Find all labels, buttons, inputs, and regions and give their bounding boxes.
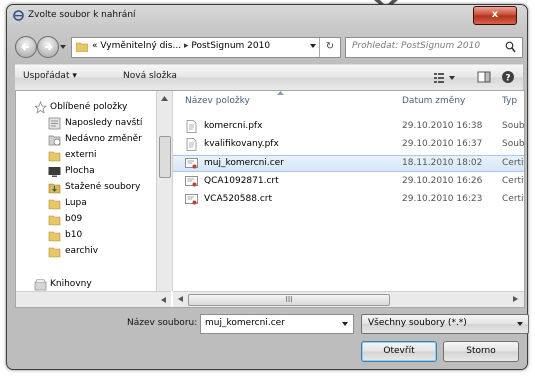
- folder-icon: [48, 151, 61, 162]
- desktop-icon: [48, 167, 61, 177]
- folder-icon: [48, 247, 61, 258]
- file-row-selected[interactable]: muj_komercni.cer 18.11.2010 18:02 Certif…: [173, 155, 524, 172]
- window-title: Zvolte soubor k nahrání: [28, 10, 136, 20]
- navigation-pane[interactable]: Oblíbené položky Naposledy navští Nedávn…: [16, 91, 156, 307]
- browser-area: Oblíbené položky Naposledy navští Nedávn…: [15, 90, 525, 308]
- search-placeholder: Prohledat: PostSignum 2010: [352, 41, 481, 51]
- file-name: komercni.pfx: [204, 121, 263, 131]
- filename-field[interactable]: muj_komercni.cer: [200, 314, 354, 334]
- organize-menu[interactable]: Uspořádat ▾: [23, 71, 77, 81]
- breadcrumb-segment-removable-drive[interactable]: Vyměnitelný dis...: [100, 41, 181, 51]
- forward-button[interactable]: [37, 36, 59, 58]
- file-list-hscrollbar[interactable]: III: [173, 291, 524, 307]
- column-header-date[interactable]: Datum změny: [402, 96, 465, 106]
- file-type-select[interactable]: Všechny soubory (*.*): [361, 314, 529, 334]
- file-row[interactable]: VCA520588.crt 29.10.2010 16:23 Certifiká…: [173, 191, 524, 208]
- search-icon[interactable]: [505, 41, 516, 53]
- file-date: 29.10.2010 16:38: [402, 121, 483, 131]
- certificate-file-icon: [185, 176, 198, 187]
- column-header-type[interactable]: Typ: [502, 96, 517, 106]
- certificate-file-icon: [185, 194, 198, 205]
- back-button[interactable]: [15, 36, 37, 58]
- back-arrow-icon: [21, 43, 29, 51]
- sort-ascending-icon: [277, 91, 284, 95]
- scroll-up-icon[interactable]: [161, 96, 168, 101]
- file-row[interactable]: komercni.pfx 29.10.2010 16:38 Soubor PF: [173, 118, 524, 135]
- file-list-hscrollbar-thumb[interactable]: III: [188, 294, 390, 306]
- filename-history-dropdown-icon[interactable]: [342, 322, 348, 326]
- file-list[interactable]: Název položky Datum změny Typ komercni.p…: [173, 91, 524, 291]
- file-row[interactable]: QCA1092871.crt 29.10.2010 16:26 Certifik…: [173, 173, 524, 190]
- search-input[interactable]: Prohledat: PostSignum 2010: [345, 37, 523, 58]
- file-type: Soubor PF: [502, 121, 524, 131]
- file-date: 29.10.2010 16:37: [402, 139, 483, 149]
- file-type: Certifikát: [502, 176, 524, 186]
- pfx-file-icon: [186, 138, 197, 151]
- star-icon: [34, 101, 47, 114]
- scroll-right-icon[interactable]: [513, 296, 518, 302]
- file-date: 18.11.2010 18:02: [402, 158, 483, 168]
- address-dropdown-icon[interactable]: [310, 44, 316, 49]
- change-view-icon[interactable]: [433, 70, 457, 84]
- open-button[interactable]: Otevřít: [361, 341, 437, 362]
- scroll-left-icon[interactable]: [161, 297, 166, 303]
- downloads-icon: [48, 183, 61, 194]
- navigation-row: « Vyměnitelný dis... ▸ PostSignum 2010 ↻…: [15, 35, 523, 59]
- file-date: 29.10.2010 16:26: [402, 176, 483, 186]
- address-bar[interactable]: « Vyměnitelný dis... ▸ PostSignum 2010 ↻: [71, 37, 341, 58]
- navigation-hscrollbar[interactable]: [16, 291, 171, 307]
- pfx-file-icon: [186, 120, 197, 133]
- close-button[interactable]: x: [473, 6, 517, 25]
- file-type: Certifikát: [502, 194, 524, 204]
- scroll-left-icon[interactable]: [178, 296, 183, 302]
- folder-icon: [48, 231, 61, 242]
- breadcrumb: « Vyměnitelný dis... ▸ PostSignum 2010: [92, 41, 270, 51]
- cancel-button[interactable]: Storno: [443, 341, 519, 362]
- folder-icon: [48, 199, 61, 210]
- help-icon[interactable]: ?: [501, 70, 515, 84]
- file-type: Certifikát: [502, 158, 524, 168]
- file-row[interactable]: kvalifikovany.pfx 29.10.2010 16:37 Soubo…: [173, 136, 524, 153]
- command-toolbar: Uspořádat ▾ Nová složka ?: [15, 64, 523, 91]
- libraries-icon: [34, 279, 47, 291]
- breadcrumb-segment-postsignum[interactable]: PostSignum 2010: [191, 41, 270, 51]
- title-bar: Zvolte soubor k nahrání x: [7, 5, 527, 27]
- file-type-value: Všechny soubory (*.*): [368, 318, 467, 328]
- recently-changed-icon: [48, 135, 61, 146]
- file-name: muj_komercni.cer: [204, 158, 284, 168]
- navigation-scrollbar-thumb[interactable]: [159, 136, 171, 178]
- file-date: 29.10.2010 16:23: [402, 194, 483, 204]
- folder-icon: [76, 42, 88, 52]
- file-name: QCA1092871.crt: [204, 176, 279, 186]
- column-header-name[interactable]: Název položky: [185, 96, 250, 106]
- breadcrumb-separator[interactable]: ▸: [184, 41, 189, 51]
- refresh-button[interactable]: ↻: [319, 38, 340, 57]
- file-name: kvalifikovany.pfx: [204, 139, 279, 149]
- preview-pane-icon[interactable]: [477, 70, 491, 84]
- filename-value: muj_komercni.cer: [205, 318, 285, 328]
- navigation-scrollbar[interactable]: [156, 91, 173, 291]
- file-open-dialog: Zvolte soubor k nahrání x « Vyměnitelný …: [6, 4, 529, 370]
- new-folder-button[interactable]: Nová složka: [123, 71, 177, 81]
- file-name: VCA520588.crt: [204, 194, 272, 204]
- filename-label: Název souboru:: [127, 318, 198, 328]
- certificate-file-icon: [185, 158, 198, 169]
- chevron-down-icon[interactable]: [517, 322, 523, 326]
- file-type: Soubor PF: [502, 139, 524, 149]
- forward-arrow-icon: [45, 43, 53, 51]
- breadcrumb-overflow[interactable]: «: [92, 41, 98, 51]
- recent-places-icon: [48, 117, 61, 130]
- internet-explorer-icon: [13, 10, 24, 21]
- folder-icon: [48, 215, 61, 226]
- svg-text:?: ?: [505, 74, 510, 84]
- recent-pages-chevron-icon[interactable]: [60, 44, 66, 50]
